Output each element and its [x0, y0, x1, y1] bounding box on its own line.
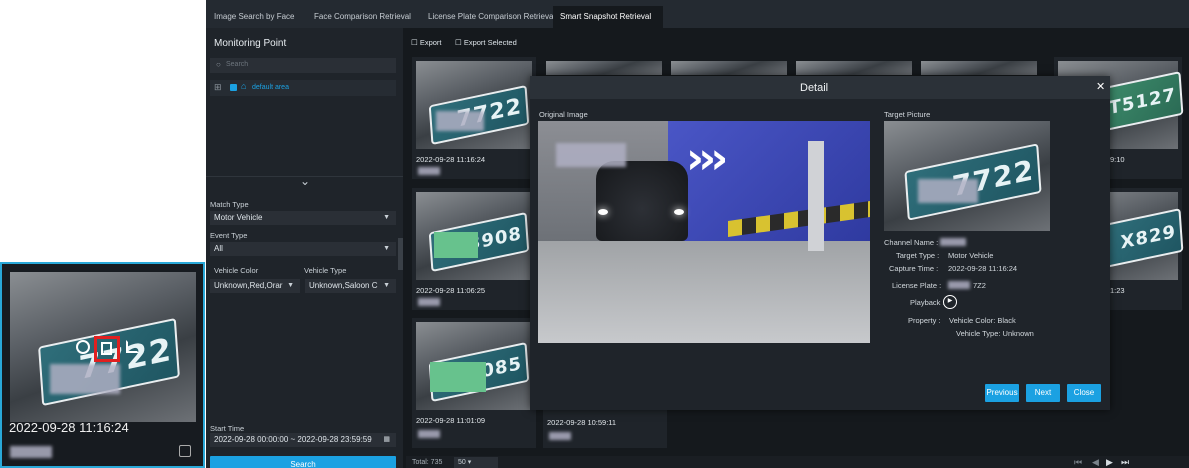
result-time: 2022-09-28 11:06:25 [416, 286, 486, 295]
tree-checkbox[interactable] [230, 84, 237, 91]
home-icon: ⌂ [241, 81, 247, 91]
original-image[interactable]: ››› [538, 121, 870, 343]
original-image-label: Original Image [539, 110, 588, 119]
export-icon: ☐ [455, 38, 462, 47]
sidebar-title: Monitoring Point [214, 38, 287, 49]
vehicle-color-select[interactable]: Unknown,Red,Orar ▼ [210, 279, 300, 293]
target-type-label: Target Type : [896, 251, 940, 260]
chevron-down-icon: ▼ [383, 214, 390, 221]
playback-icon[interactable]: ▶ [943, 295, 957, 309]
chevron-down-icon: ▼ [383, 282, 390, 289]
expand-icon[interactable]: ⊞ [214, 82, 222, 93]
result-card[interactable]: 085 2022-09-28 11:01:09 [412, 318, 536, 448]
zoomed-timestamp: 2022-09-28 11:16:24 [9, 420, 129, 435]
main-app: Image Search by Face Face Comparison Ret… [206, 0, 1189, 468]
license-plate-value: 7Z2 [973, 281, 986, 290]
start-time-label: Start Time [210, 424, 245, 433]
pagination-bar [406, 456, 1189, 468]
tab-image-search-by-face[interactable]: Image Search by Face [214, 12, 294, 21]
vehicle-type-label: Vehicle Type [304, 266, 347, 275]
chevron-down-icon: ▾ [467, 459, 472, 466]
channel-name-label: Channel Name : [884, 238, 939, 247]
target-picture-label: Target Picture [884, 110, 931, 119]
total-count: Total: 735 [412, 459, 443, 466]
chevron-down-icon[interactable]: ⌄ [300, 174, 310, 188]
event-type-label: Event Type [210, 231, 248, 240]
chevron-down-icon: ▼ [383, 245, 390, 252]
property-color: Vehicle Color: Black [949, 316, 1016, 325]
calendar-icon[interactable]: ▦ [383, 433, 390, 447]
first-page-icon[interactable]: ⏮ [1074, 457, 1082, 468]
capture-time-label: Capture Time : [889, 264, 939, 273]
start-time-range[interactable]: 2022-09-28 00:00:00 ~ 2022-09-28 23:59:5… [210, 433, 396, 447]
target-picture[interactable]: 7722 [884, 121, 1050, 231]
sidebar-scroll-handle[interactable] [398, 238, 403, 270]
zoomed-select-checkbox[interactable] [179, 445, 191, 457]
capture-time-value: 2022-09-28 11:16:24 [948, 264, 1018, 273]
result-card[interactable]: 2022-09-28 10:59:11 [543, 404, 667, 448]
export-icon: ☐ [411, 38, 418, 47]
previous-button[interactable]: Previous [985, 384, 1019, 402]
next-page-icon[interactable]: ▶ [1106, 457, 1113, 468]
vehicle-color-label: Vehicle Color [214, 266, 259, 275]
result-time: 2022-09-28 11:16:24 [416, 155, 486, 164]
zoomed-thumbnail-panel: 7722 2022-09-28 11:16:24 [0, 262, 205, 468]
tree-row-default-area[interactable]: ⊞ ⌂ default area [210, 80, 396, 96]
match-type-select[interactable]: Motor Vehicle ▼ [210, 211, 396, 225]
sidebar: Monitoring Point ○ Search ⊞ ⌂ default ar… [206, 28, 403, 468]
export-selected-button[interactable]: ☐ Export Selected [455, 38, 517, 47]
match-type-label: Match Type [210, 200, 249, 209]
result-time: 1:23 [1110, 286, 1125, 295]
property-label: Property : [908, 316, 941, 325]
export-icon[interactable] [126, 340, 139, 353]
page-size-select[interactable]: 50 ▾ [454, 457, 498, 468]
license-plate-label: License Plate : [892, 281, 942, 290]
play-circle-icon[interactable] [76, 340, 90, 354]
last-page-icon[interactable]: ⏭ [1121, 457, 1129, 468]
close-icon[interactable]: ✕ [1096, 80, 1105, 93]
tab-smart-snapshot-retrieval[interactable]: Smart Snapshot Retrieval [553, 6, 663, 28]
detail-dialog: Detail ✕ Original Image ››› Target Pictu… [530, 76, 1110, 410]
search-button[interactable]: Search [210, 456, 396, 468]
detail-icon[interactable] [101, 342, 112, 355]
result-thumb[interactable] [921, 61, 1037, 75]
tree-item-label: default area [252, 84, 289, 91]
result-card[interactable]: 3908 2022-09-28 11:06:25 [412, 188, 536, 310]
zoomed-plate-image[interactable]: 7722 [10, 272, 196, 422]
playback-label: Playback : [910, 298, 945, 307]
close-button[interactable]: Close [1067, 384, 1101, 402]
prev-page-icon[interactable]: ◀ [1092, 457, 1099, 468]
tab-license-plate-comparison-retrieval[interactable]: License Plate Comparison Retrieval [428, 12, 555, 21]
chevron-down-icon: ▼ [287, 282, 294, 289]
result-time: 2022-09-28 11:01:09 [416, 416, 486, 425]
search-input[interactable]: ○ Search [210, 58, 396, 73]
result-time: 9:10 [1110, 155, 1125, 164]
result-thumb[interactable] [546, 61, 662, 75]
next-button[interactable]: Next [1026, 384, 1060, 402]
result-card[interactable]: 7722 2022-09-28 11:16:24 [412, 57, 536, 179]
vehicle-type-select[interactable]: Unknown,Saloon C ▼ [305, 279, 396, 293]
result-time: 2022-09-28 10:59:11 [547, 418, 617, 427]
search-icon: ○ [216, 60, 221, 69]
export-button[interactable]: ☐ Export [411, 38, 442, 47]
result-thumb[interactable] [671, 61, 787, 75]
property-type: Vehicle Type: Unknown [956, 329, 1034, 338]
result-thumb[interactable] [796, 61, 912, 75]
dialog-title: Detail [800, 82, 829, 94]
event-type-select[interactable]: All ▼ [210, 242, 396, 256]
tab-face-comparison-retrieval[interactable]: Face Comparison Retrieval [314, 12, 411, 21]
target-type-value: Motor Vehicle [948, 251, 994, 260]
